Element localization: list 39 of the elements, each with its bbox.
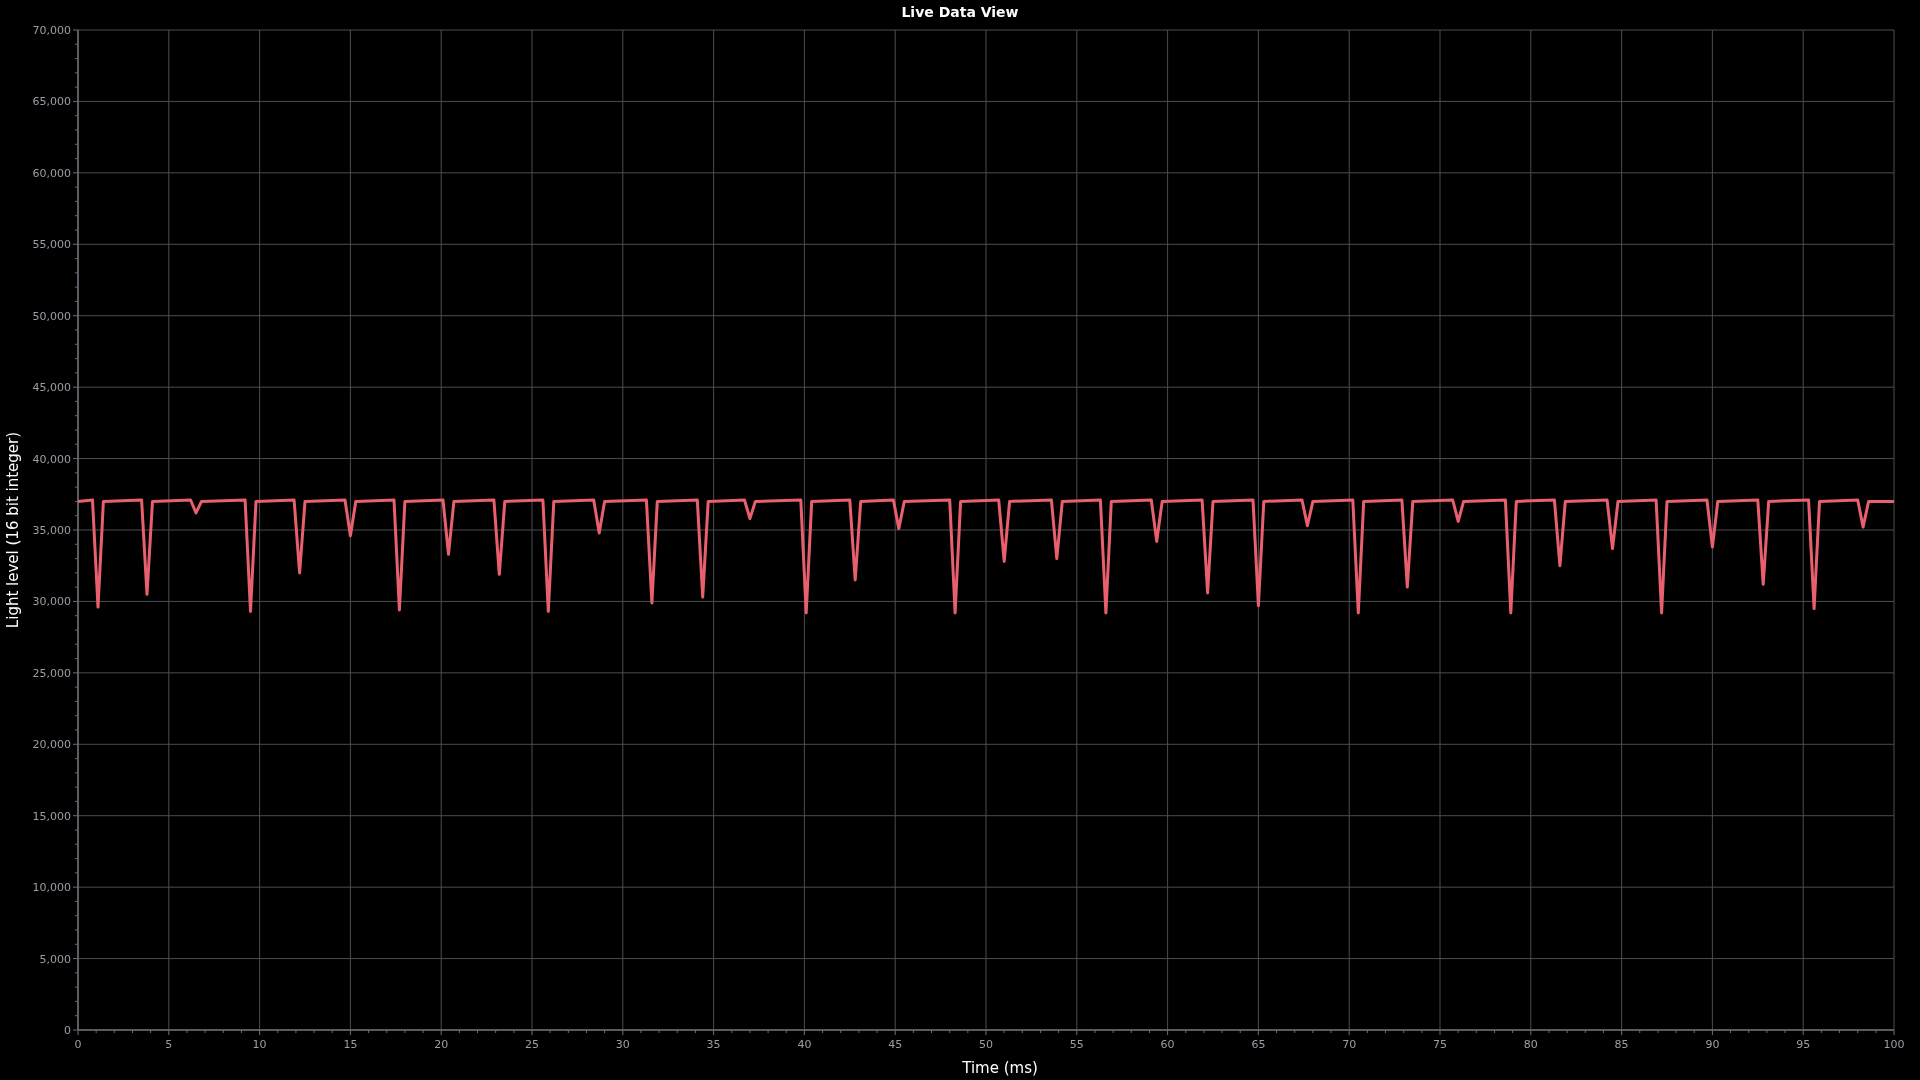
axis-tick-label: 5 <box>165 1038 173 1051</box>
axis-tick-label: 50,000 <box>32 309 71 323</box>
axis-tick-label: 80 <box>1523 1038 1538 1051</box>
axis-tick-label: 30,000 <box>32 595 71 609</box>
axis-tick-label: 30 <box>615 1038 630 1051</box>
axis-tick-label: 95 <box>1796 1038 1811 1051</box>
axis-tick-label: 60,000 <box>32 166 71 180</box>
axis-tick-label: 10,000 <box>32 881 71 895</box>
axis-tick-label: 20,000 <box>32 738 71 752</box>
axis-tick-label: 75 <box>1433 1038 1447 1051</box>
axis-tick-label: 45,000 <box>32 381 71 395</box>
axis-tick-label: 90 <box>1705 1038 1720 1051</box>
axis-tick-label: 70,000 <box>32 24 71 37</box>
y-axis-label: Light level (16 bit integer) <box>4 431 22 629</box>
axis-tick-label: 85 <box>1614 1038 1629 1051</box>
axis-tick-label: 25 <box>525 1038 539 1051</box>
axis-tick-label: 55,000 <box>32 238 71 252</box>
axis-tick-label: 0 <box>64 1024 71 1037</box>
axis-tick-label: 20 <box>434 1038 449 1051</box>
axis-tick-label: 45 <box>888 1038 903 1051</box>
axis-tick-label: 40 <box>797 1038 812 1051</box>
axis-tick-label: 15 <box>343 1038 358 1051</box>
chart-title: Live Data View <box>901 4 1019 20</box>
axis-tick-label: 70 <box>1342 1038 1357 1051</box>
axis-tick-label: 0 <box>74 1038 82 1051</box>
axis-tick-label: 35 <box>706 1038 721 1051</box>
axis-tick-label: 25,000 <box>32 666 71 680</box>
axis-tick-label: 35,000 <box>32 524 71 537</box>
axis-tick-label: 60 <box>1160 1038 1175 1051</box>
axis-tick-label: 40,000 <box>32 452 71 466</box>
axis-tick-label: 50 <box>979 1038 993 1051</box>
axis-tick-label: 15,000 <box>32 809 71 823</box>
x-axis-label: Time (ms) <box>962 1058 1038 1077</box>
axis-tick-label: 5,000 <box>39 952 71 966</box>
axis-tick-label: 55 <box>1069 1038 1084 1051</box>
axis-tick-label: 65,000 <box>32 95 71 109</box>
axis-tick-label: 65 <box>1251 1038 1266 1051</box>
axis-tick-label: 10 <box>252 1038 267 1051</box>
axis-tick-label: 100 <box>1883 1038 1905 1051</box>
